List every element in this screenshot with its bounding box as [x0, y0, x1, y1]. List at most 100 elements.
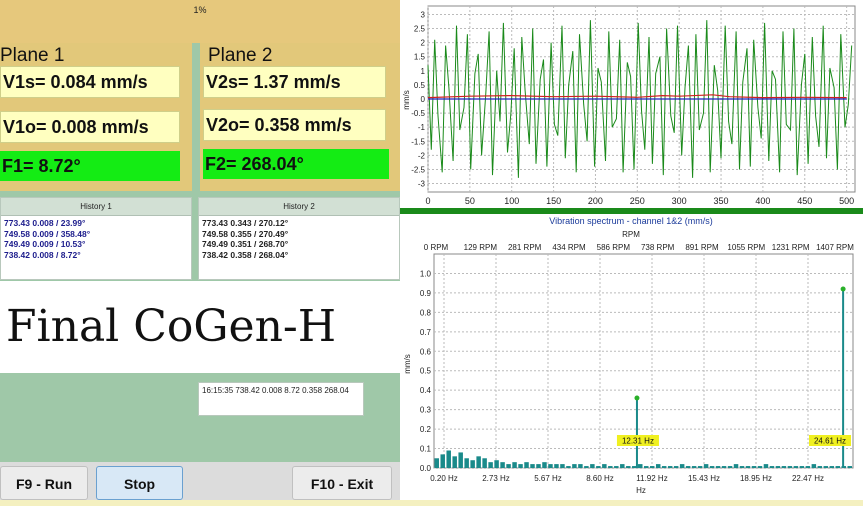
spectrum-rpm-tick: 129 RPM [464, 243, 498, 252]
spectrum-x-tick: 15.43 Hz [688, 474, 720, 483]
waveform-y-tick: -1.5 [411, 137, 425, 146]
spectrum-bar [775, 466, 781, 468]
spectrum-bar [638, 464, 643, 468]
spectrum-bar [829, 466, 835, 468]
spectrum-bar [560, 464, 565, 468]
spectrum-chart: Vibration spectrum - channel 1&2 (mm/s) R… [403, 216, 854, 495]
waveform-y-tick: -1 [418, 123, 426, 132]
waveform-y-tick: -0.5 [411, 109, 425, 118]
spectrum-bar [745, 466, 751, 468]
waveform-y-tick: 1.5 [414, 53, 426, 62]
spectrum-bar [733, 464, 739, 468]
spectrum-bar [500, 462, 505, 468]
plane2-vo-value: V2o= 0.358 mm/s [203, 109, 386, 141]
history1-panel: History 1 773.43 0.008 / 23.99° 749.58 0… [0, 197, 192, 280]
spectrum-y-tick: 0.3 [420, 406, 432, 415]
spectrum-bar [673, 466, 679, 468]
spectrum-bar [566, 466, 571, 468]
waveform-x-tick: 200 [588, 196, 603, 206]
spectrum-peak-label: 12.31 Hz [622, 437, 654, 446]
progress-bar: 1% [0, 0, 400, 43]
waveform-x-tick: 400 [755, 196, 770, 206]
spectrum-bar [811, 464, 817, 468]
spectrum-bar [709, 466, 715, 468]
waveform-x-tick: 300 [672, 196, 687, 206]
waveform-x-tick: 0 [425, 196, 430, 206]
spectrum-peak-marker [840, 286, 846, 292]
spectrum-bar [661, 466, 667, 468]
spectrum-bar [614, 466, 619, 468]
spectrum-bar [697, 466, 703, 468]
spectrum-bar [524, 462, 529, 468]
spectrum-bar [649, 466, 655, 468]
spectrum-bar [727, 466, 733, 468]
spectrum-y-tick: 0.1 [420, 445, 432, 454]
waveform-x-tick: 150 [546, 196, 561, 206]
plane1-vo-value: V1o= 0.008 mm/s [0, 111, 180, 143]
charts-panel: 0 50 100 150 200 250 300 350 400 450 500 3 2.5 2 1.5 1 0… [400, 0, 863, 506]
plane2-phase-value: F2= 268.04° [203, 149, 389, 179]
spectrum-bar [584, 466, 589, 468]
log-entry: 16:15:35 738.42 0.008 8.72 0.358 268.04 [198, 382, 364, 416]
spectrum-bar [518, 464, 523, 468]
spectrum-bar [506, 464, 511, 468]
spectrum-y-tick: 0.9 [420, 289, 432, 298]
stop-button[interactable]: Stop [96, 466, 183, 500]
spectrum-bar [667, 466, 673, 468]
spectrum-top-axis-label: RPM [622, 230, 640, 239]
spectrum-peak-label: 24.61 Hz [814, 437, 846, 446]
plane2-panel: Plane 2 V2s= 1.37 mm/s V2o= 0.358 mm/s F… [200, 43, 400, 191]
spectrum-bar [769, 466, 775, 468]
plane1-vs-value: V1s= 0.084 mm/s [0, 66, 180, 98]
spectrum-bar [805, 466, 811, 468]
spectrum-bar [590, 464, 595, 468]
spectrum-bar [578, 464, 583, 468]
waveform-y-tick: 0.5 [414, 81, 426, 90]
history2-line: 773.43 0.343 / 270.12° [202, 218, 289, 228]
waveform-chart: 0 50 100 150 200 250 300 350 400 450 500 3 2.5 2 1.5 1 0… [402, 5, 856, 206]
spectrum-x-tick: 8.60 Hz [586, 474, 614, 483]
spectrum-y-tick: 0.0 [420, 464, 432, 473]
history2-line: 749.58 0.355 / 270.49° [202, 228, 289, 239]
spectrum-bar [685, 466, 691, 468]
waveform-y-tick: -3 [418, 180, 426, 189]
spectrum-peak-marker [634, 395, 640, 401]
exit-button[interactable]: F10 - Exit [292, 466, 392, 500]
waveform-x-tick: 450 [797, 196, 812, 206]
spectrum-bar [536, 464, 541, 468]
spectrum-bar [787, 466, 793, 468]
spectrum-rpm-tick: 1231 RPM [772, 243, 810, 252]
waveform-x-tick: 500 [839, 196, 854, 206]
spectrum-bar [739, 466, 745, 468]
history1-line: 738.42 0.008 / 8.72° [4, 249, 81, 260]
spectrum-x-tick: 0.20 Hz [430, 474, 458, 483]
waveform-y-tick: 0 [421, 95, 426, 104]
history2-title: History 2 [199, 198, 399, 216]
spectrum-bar [554, 464, 559, 468]
spectrum-bar [835, 466, 841, 468]
spectrum-bar [703, 464, 709, 468]
spectrum-bar [512, 462, 517, 468]
run-button[interactable]: F9 - Run [0, 466, 88, 500]
spectrum-y-label: mm/s [403, 354, 412, 374]
plane1-title: Plane 1 [0, 45, 65, 66]
spectrum-y-tick: 0.5 [420, 367, 432, 376]
waveform-y-tick: 3 [421, 10, 426, 19]
spectrum-bar [679, 464, 685, 468]
spectrum-bar [608, 466, 613, 468]
spectrum-bar [823, 466, 829, 468]
spectrum-rpm-tick: 586 RPM [597, 243, 631, 252]
spectrum-rpm-tick: 434 RPM [552, 243, 586, 252]
spectrum-bar [476, 456, 481, 468]
waveform-y-tick: -2 [418, 151, 426, 160]
history1-line: 773.43 0.008 / 23.99° [4, 218, 86, 228]
history2-list: 773.43 0.343 / 270.12° 749.58 0.355 / 27… [199, 216, 399, 260]
spectrum-bar [847, 466, 852, 468]
spectrum-bar [434, 458, 439, 468]
waveform-x-tick: 100 [504, 196, 519, 206]
spectrum-y-tick: 0.2 [420, 425, 432, 434]
measurement-panel: 1% Plane 1 V1s= 0.084 mm/s V1o= 0.008 mm… [0, 0, 400, 506]
spectrum-y-tick: 0.4 [420, 386, 432, 395]
spectrum-y-tick: 0.8 [420, 308, 432, 317]
progress-label: 1% [193, 5, 207, 15]
